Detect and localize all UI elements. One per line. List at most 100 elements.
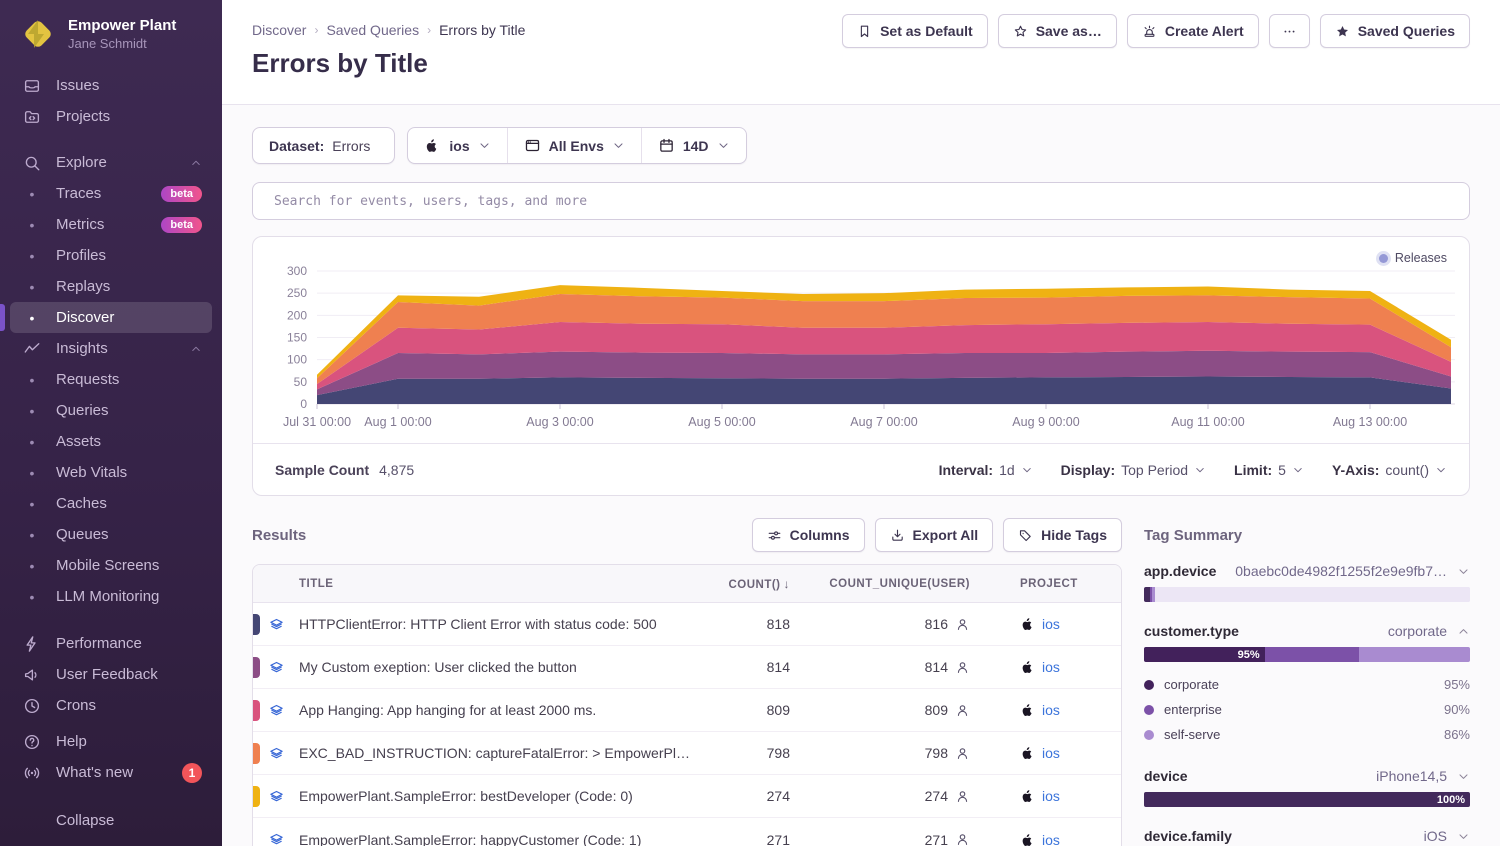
table-row[interactable]: EmpowerPlant.SampleError: happyCustomer … (253, 818, 1121, 846)
sidebar-item-web-vitals[interactable]: •Web Vitals (10, 457, 212, 488)
tag-distribution-bar (1144, 587, 1470, 602)
control-value: 1d (999, 462, 1015, 478)
14d-filter[interactable]: 14D (641, 128, 746, 163)
count-unique-value: 814 (925, 659, 948, 675)
sidebar-item-assets[interactable]: •Assets (10, 426, 212, 457)
sidebar: Empower Plant Jane Schmidt IssuesProject… (0, 0, 222, 846)
error-title[interactable]: EmpowerPlant.SampleError: happyCustomer … (299, 832, 709, 846)
active-indicator (0, 304, 5, 331)
breadcrumb-discover[interactable]: Discover (252, 22, 306, 38)
sidebar-item-projects[interactable]: Projects (10, 101, 212, 132)
hide-tags-button[interactable]: Hide Tags (1003, 518, 1122, 552)
tag-value-percent: 86% (1444, 727, 1470, 742)
error-title[interactable]: My Custom exeption: User clicked the but… (299, 659, 709, 675)
what-s-new-icon (22, 764, 42, 782)
star-icon (1013, 24, 1028, 39)
sidebar-item-metrics[interactable]: •Metricsbeta (10, 209, 212, 240)
tag-value-dot-icon (1144, 705, 1154, 715)
dataset-selector[interactable]: Dataset: Errors (252, 127, 395, 164)
project-link[interactable]: ios (1042, 659, 1060, 675)
control-value: count() (1385, 462, 1429, 478)
sidebar-item-mobile-screens[interactable]: •Mobile Screens (10, 550, 212, 581)
sidebar-collapse-button[interactable]: Collapse (10, 805, 212, 836)
column-header-count[interactable]: COUNT()↓ (709, 577, 814, 591)
tag-breakdown-row[interactable]: corporate95% (1144, 672, 1470, 697)
sidebar-item-queries[interactable]: •Queries (10, 395, 212, 426)
column-header-count-unique[interactable]: COUNT_UNIQUE(USER) (814, 578, 994, 590)
sample-count: Sample Count 4,875 (275, 462, 414, 478)
tag-header-device[interactable]: deviceiPhone14,5 (1144, 768, 1470, 784)
sidebar-item-issues[interactable]: Issues (10, 70, 212, 101)
sidebar-item-discover[interactable]: •Discover (10, 302, 212, 333)
project-link[interactable]: ios (1042, 616, 1060, 632)
export-all-button[interactable]: Export All (875, 518, 994, 552)
table-row[interactable]: HTTPClientError: HTTP Client Error with … (253, 603, 1121, 646)
y-axis-control[interactable]: Y-Axis:count() (1332, 462, 1447, 478)
layers-icon[interactable] (253, 832, 299, 846)
project-link[interactable]: ios (1042, 745, 1060, 761)
table-row[interactable]: EXC_BAD_INSTRUCTION: captureFatalError: … (253, 732, 1121, 775)
ios-filter[interactable]: ios (408, 128, 506, 163)
tag-distribution-bar: 100% (1144, 792, 1470, 807)
apple-icon (424, 137, 441, 154)
save-as-button[interactable]: Save as… (998, 14, 1117, 48)
org-name: Empower Plant (68, 17, 176, 34)
interval-control[interactable]: Interval:1d (939, 462, 1033, 478)
error-title[interactable]: HTTPClientError: HTTP Client Error with … (299, 616, 709, 632)
tag-summary-title: Tag Summary (1144, 518, 1470, 552)
tag-breakdown-row[interactable]: enterprise90% (1144, 697, 1470, 722)
error-title[interactable]: EmpowerPlant.SampleError: bestDeveloper … (299, 788, 709, 804)
sidebar-item-caches[interactable]: •Caches (10, 488, 212, 519)
filter-value: All Envs (549, 138, 604, 154)
sidebar-item-explore[interactable]: Explore (10, 147, 212, 178)
project-link[interactable]: ios (1042, 702, 1060, 718)
project-link[interactable]: ios (1042, 832, 1060, 846)
breadcrumb-saved-queries[interactable]: Saved Queries (326, 22, 419, 38)
sidebar-item-help[interactable]: Help (10, 726, 212, 757)
more-options-button[interactable] (1269, 14, 1310, 48)
table-row[interactable]: EmpowerPlant.SampleError: bestDeveloper … (253, 775, 1121, 818)
org-switcher[interactable]: Empower Plant Jane Schmidt (0, 0, 222, 62)
table-row[interactable]: My Custom exeption: User clicked the but… (253, 646, 1121, 689)
all-envs-filter[interactable]: All Envs (507, 128, 641, 163)
tag-breakdown-row[interactable]: self-serve86% (1144, 722, 1470, 747)
tag-header-app-device[interactable]: app.device0baebc0de4982f1255f2e9e9fb7… (1144, 563, 1470, 579)
insights-icon (22, 340, 42, 358)
table-row[interactable]: App Hanging: App hanging for at least 20… (253, 689, 1121, 732)
sidebar-item-what-s-new[interactable]: What's new1 (10, 757, 212, 788)
display-control[interactable]: Display:Top Period (1061, 462, 1206, 478)
project-link[interactable]: ios (1042, 788, 1060, 804)
error-title[interactable]: App Hanging: App hanging for at least 20… (299, 702, 709, 718)
chart-legend[interactable]: Releases (1379, 251, 1447, 265)
sidebar-item-llm-monitoring[interactable]: •LLM Monitoring (10, 581, 212, 612)
search-bar[interactable] (252, 182, 1470, 220)
set-as-default-button[interactable]: Set as Default (842, 14, 988, 48)
sidebar-item-requests[interactable]: •Requests (10, 364, 212, 395)
sidebar-item-user-feedback[interactable]: User Feedback (10, 659, 212, 690)
tag-header-device-family[interactable]: device.familyiOS (1144, 828, 1470, 844)
create-alert-button[interactable]: Create Alert (1127, 14, 1259, 48)
tag-top-value: corporate (1388, 623, 1447, 639)
column-header-title[interactable]: TITLE (299, 578, 709, 590)
tag-header-customer-type[interactable]: customer.typecorporate (1144, 623, 1470, 639)
saved-queries-button[interactable]: Saved Queries (1320, 14, 1470, 48)
tag-key: app.device (1144, 563, 1216, 579)
columns-button[interactable]: Columns (752, 518, 865, 552)
button-label: Save as… (1036, 23, 1102, 39)
apple-icon (1020, 745, 1036, 761)
sidebar-item-insights[interactable]: Insights (10, 333, 212, 364)
sidebar-item-traces[interactable]: •Tracesbeta (10, 178, 212, 209)
limit-control[interactable]: Limit:5 (1234, 462, 1304, 478)
svg-text:Aug 11 00:00: Aug 11 00:00 (1171, 415, 1244, 429)
sidebar-item-label: Crons (56, 697, 96, 714)
sidebar-item-replays[interactable]: •Replays (10, 271, 212, 302)
stacked-area-chart[interactable]: Releases 050100150200250300Jul 31 00:00A… (253, 237, 1469, 443)
column-header-project[interactable]: PROJECT (994, 578, 1122, 590)
breadcrumb-separator: › (427, 23, 431, 37)
error-title[interactable]: EXC_BAD_INSTRUCTION: captureFatalError: … (299, 745, 709, 761)
search-input[interactable] (274, 194, 1457, 209)
sidebar-item-profiles[interactable]: •Profiles (10, 240, 212, 271)
sidebar-item-queues[interactable]: •Queues (10, 519, 212, 550)
sidebar-item-performance[interactable]: Performance (10, 628, 212, 659)
sidebar-item-crons[interactable]: Crons (10, 690, 212, 721)
